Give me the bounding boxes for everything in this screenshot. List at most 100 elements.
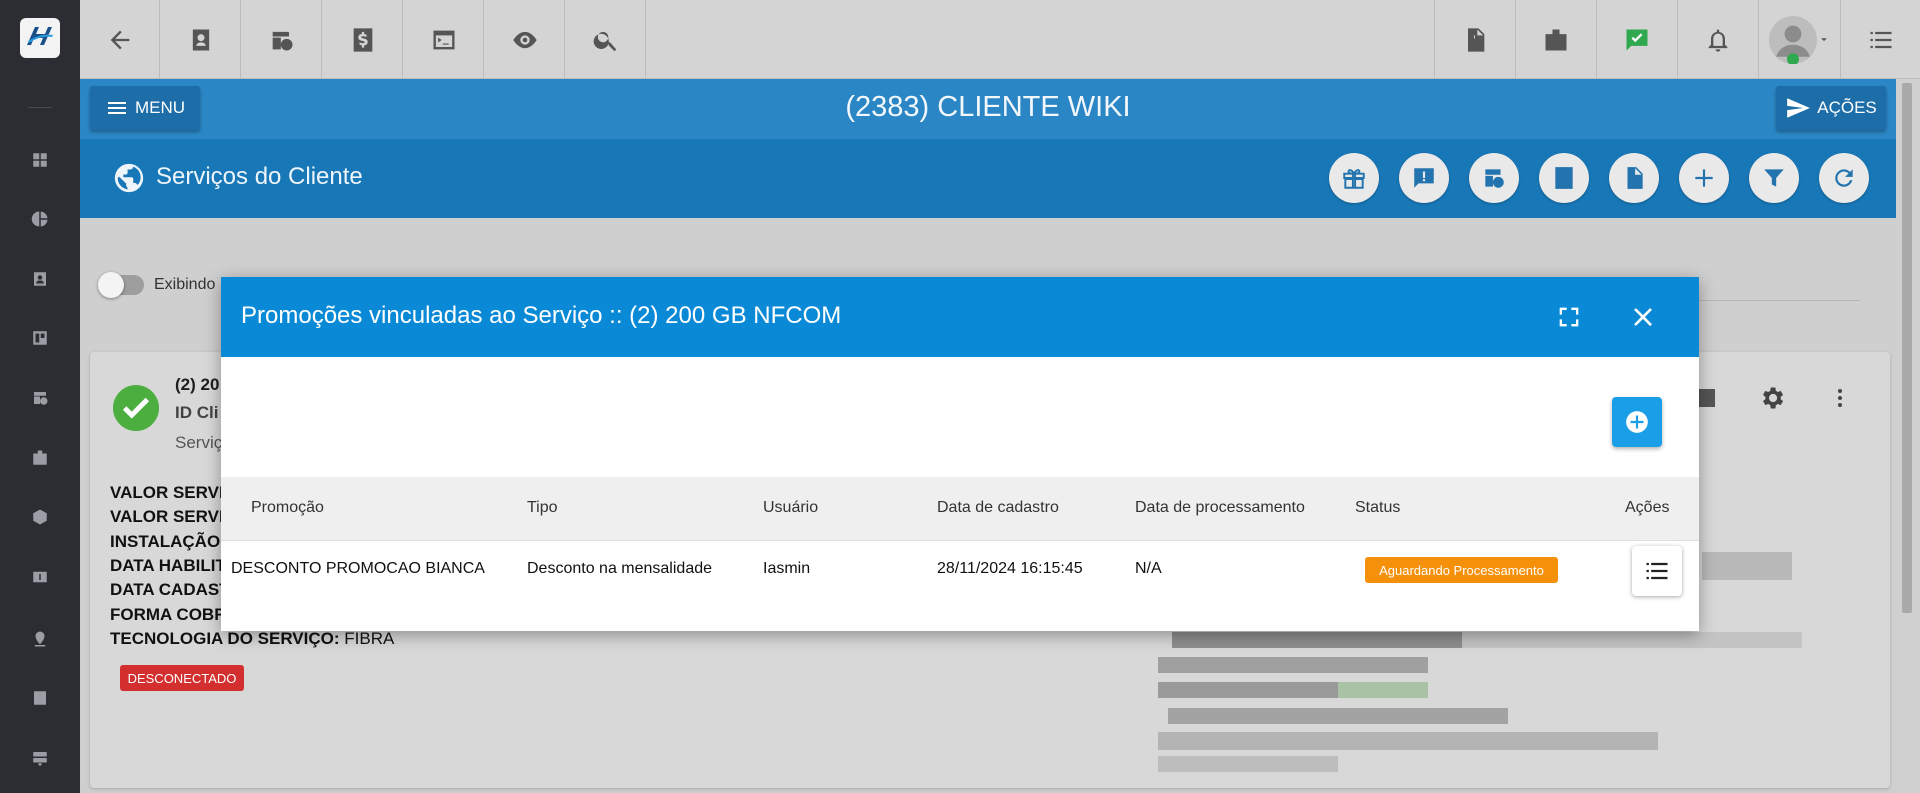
row-actions-button[interactable] [1632,546,1682,596]
actions-label: AÇÕES [1817,98,1877,117]
badge-button[interactable] [1515,0,1595,79]
field-instalacao: INSTALAÇÃO: [110,532,226,551]
field-tecnologia: TECNOLOGIA DO SERVIÇO: FIBRA [110,629,395,648]
close-icon[interactable] [1627,301,1659,333]
dashboard-icon[interactable] [28,148,52,172]
cell-data-cadastro: 28/11/2024 16:15:45 [937,560,1083,577]
cell-data-processamento: N/A [1135,560,1162,577]
redacted-block [1338,682,1428,698]
service-name: (2) 20 [175,375,220,394]
redacted-block [1168,708,1508,724]
chevron-down-icon [1820,37,1827,41]
gift-button[interactable] [1329,153,1379,203]
approved-message-icon [1626,29,1647,50]
pdf-button[interactable] [1434,0,1514,79]
actions-button[interactable]: AÇÕES [1776,86,1886,130]
app-logo[interactable] [20,18,60,58]
view-button[interactable] [485,0,565,79]
money-icon[interactable] [28,565,52,589]
user-menu[interactable] [1758,0,1840,79]
redacted-block [1158,657,1428,673]
cell-promocao: DESCONTO PROMOCAO BIANCA [231,560,485,577]
more-vertical-icon[interactable] [1828,386,1852,410]
contacts-button[interactable] [161,0,241,79]
bell-icon [1708,29,1727,52]
gift-icon [1343,169,1365,189]
receipt-icon [1555,167,1573,189]
scrollbar-thumb[interactable] [1902,83,1912,613]
arrow-left-icon [110,30,129,49]
table-header: Promoção Tipo Usuário Data de cadastro D… [221,477,1699,541]
back-button[interactable] [80,0,160,79]
page-title: (2383) CLIENTE WIKI [845,91,1131,123]
fullscreen-icon[interactable] [1555,303,1583,331]
filter-button[interactable] [1749,153,1799,203]
promotions-modal: Promoções vinculadas ao Serviço :: (2) 2… [221,277,1699,631]
badge-icon[interactable] [28,446,52,470]
column-header-promocao[interactable]: Promoção [251,499,324,517]
schedule-action-button[interactable] [1469,153,1519,203]
field-valor-servico-1: VALOR SERVIC [110,483,236,502]
redacted-block [1172,632,1462,648]
refresh-icon [1835,169,1853,187]
calendar-clock-icon [1485,169,1504,188]
column-header-data-cadastro[interactable]: Data de cadastro [937,499,1059,517]
id-badge-icon [1545,29,1566,50]
status-badge: Aguardando Processamento [1365,557,1558,583]
redacted-block [1462,632,1802,648]
notifications-button[interactable] [1677,0,1757,79]
toggle-knob [98,272,124,298]
document-button[interactable] [1609,153,1659,203]
list-document-icon[interactable] [28,686,52,710]
status-badge: DESCONECTADO [120,665,244,691]
column-header-usuario[interactable]: Usuário [763,499,818,517]
field-valor-servico-2: VALOR SERVIC [110,507,236,526]
contact-card-icon[interactable] [28,267,52,291]
page-scrollbar[interactable] [1896,79,1920,793]
alert-message-icon [1414,168,1434,188]
location-icon[interactable] [28,627,52,651]
add-circle-icon [1626,411,1648,433]
search-button[interactable] [566,0,646,79]
redacted-block [1158,682,1338,698]
column-header-tipo[interactable]: Tipo [527,499,558,517]
service-subtitle: Serviç [175,433,223,452]
refresh-button[interactable] [1819,153,1869,203]
calendar-clock-icon[interactable] [28,386,52,410]
field-data-cadastro: DATA CADAST [110,580,230,599]
gear-icon[interactable] [1758,384,1786,412]
filter-icon [1764,169,1784,187]
logo-icon [27,27,53,45]
tasks-button[interactable] [1596,0,1676,79]
terminal-button[interactable] [404,0,484,79]
pdf-icon [1467,27,1484,52]
column-header-status[interactable]: Status [1355,499,1400,517]
receipt-button[interactable] [1539,153,1589,203]
contact-icon [192,29,209,50]
package-icon[interactable] [28,505,52,529]
pie-chart-icon[interactable] [28,207,52,231]
eye-icon [512,31,537,48]
add-promotion-button[interactable] [1612,397,1662,447]
display-toggle[interactable] [98,272,144,298]
schedule-button[interactable] [242,0,322,79]
send-icon [1787,98,1811,118]
board-icon[interactable] [28,326,52,350]
service-client-id: ID Cli [175,403,219,422]
globe-icon [114,163,144,193]
dollar-icon [353,27,372,52]
alert-message-button[interactable] [1399,153,1449,203]
list-icon [1870,31,1891,48]
terminal-icon [433,30,454,49]
active-check-icon [113,385,159,431]
list-icon [1646,562,1668,580]
redacted-block [1702,552,1792,580]
add-service-button[interactable] [1679,153,1729,203]
cell-usuario: Iasmin [763,560,811,577]
finance-button[interactable] [323,0,403,79]
redacted-block [1158,756,1338,772]
sidebar-separator [28,107,52,108]
server-icon[interactable] [28,746,52,770]
column-header-data-processamento[interactable]: Data de processamento [1135,499,1305,517]
list-menu-button[interactable] [1840,0,1920,79]
